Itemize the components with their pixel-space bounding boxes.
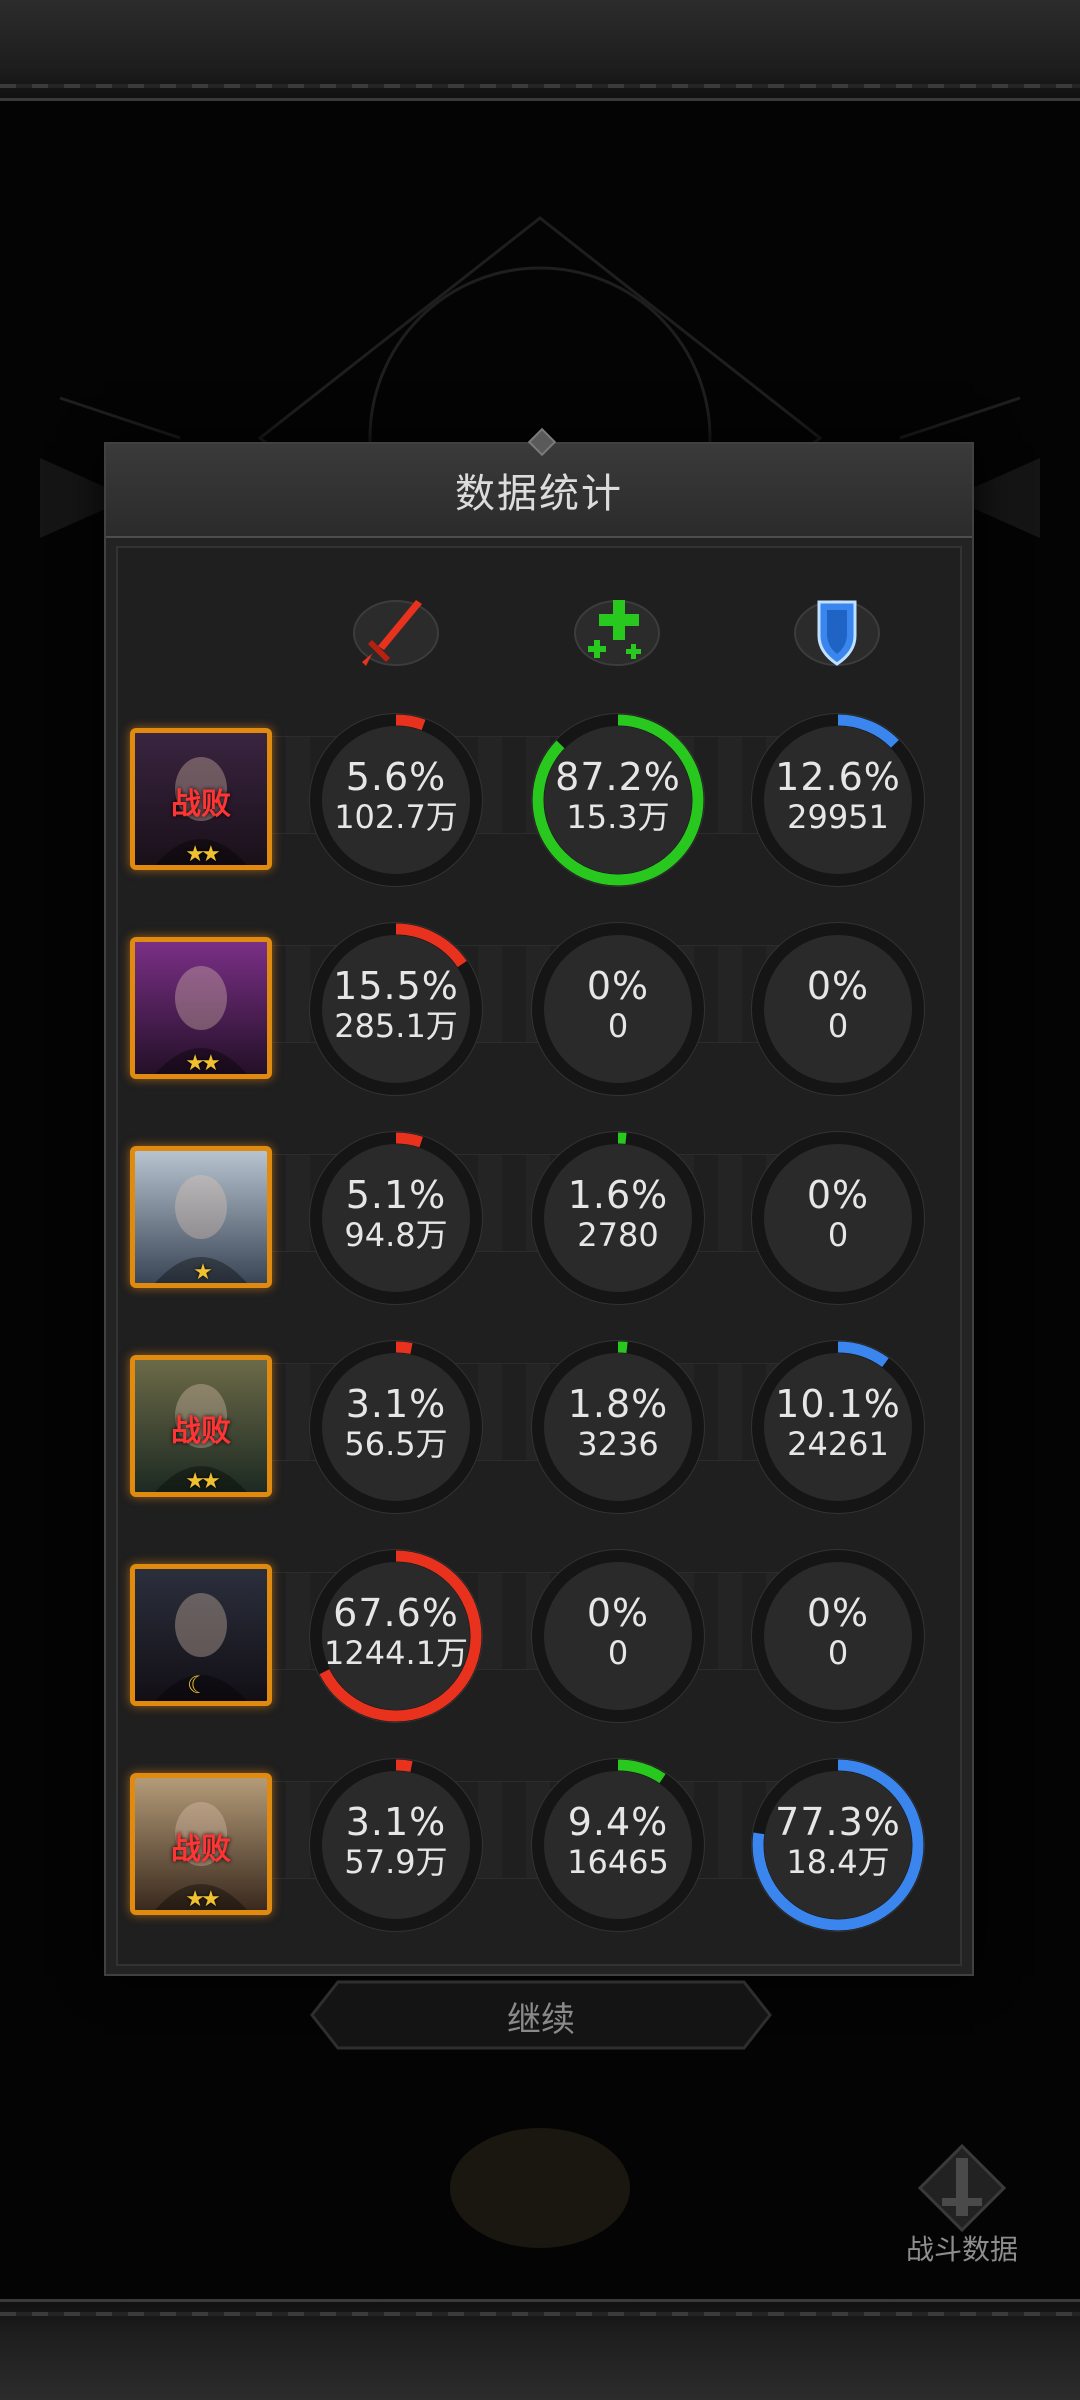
stat-percent: 0% <box>806 964 870 1008</box>
stat-percent: 5.6% <box>345 755 447 799</box>
stat-percent: 77.3% <box>775 1800 901 1844</box>
stat-ring-damage: 67.6% 1244.1万 <box>308 1548 484 1724</box>
stat-value: 56.5万 <box>344 1425 448 1463</box>
stat-ring-heal: 1.6% 2780 <box>530 1130 706 1306</box>
hero-portrait[interactable]: ★★ <box>130 937 272 1079</box>
stat-value: 29951 <box>787 798 889 836</box>
dialog-header: 数据统计 <box>106 427 972 538</box>
heal-cross-icon <box>574 600 660 666</box>
sword-icon <box>353 600 439 666</box>
stat-percent: 0% <box>806 1173 870 1217</box>
defeated-label: 战败 <box>171 1414 231 1449</box>
stat-value: 24261 <box>787 1425 889 1463</box>
stat-percent: 3.1% <box>345 1800 447 1844</box>
hero-portrait[interactable]: 战败 ★★ <box>130 1773 272 1915</box>
stat-value: 0 <box>827 1634 849 1672</box>
stat-percent: 12.6% <box>775 755 901 799</box>
stat-ring-tank: 0% 0 <box>750 1130 926 1306</box>
star-rank-icon: ★★ <box>185 1887 220 1912</box>
stat-percent: 0% <box>586 964 650 1008</box>
stat-percent: 15.5% <box>333 964 459 1008</box>
stat-value: 102.7万 <box>334 798 458 836</box>
stat-ring-heal: 87.2% 15.3万 <box>530 712 706 888</box>
stat-percent: 3.1% <box>345 1382 447 1426</box>
row-background <box>190 1572 840 1670</box>
star-rank-icon: ★★ <box>185 842 220 867</box>
row-background <box>190 1363 840 1461</box>
stat-ring-damage: 15.5% 285.1万 <box>308 921 484 1097</box>
continue-label: 继续 <box>507 2000 575 2040</box>
stat-percent: 67.6% <box>333 1591 459 1635</box>
star-rank-icon: ★ <box>193 1260 213 1285</box>
stat-value: 1244.1万 <box>324 1634 468 1672</box>
stat-ring-heal: 0% 0 <box>530 1548 706 1724</box>
stat-ring-heal: 0% 0 <box>530 921 706 1097</box>
continue-button[interactable]: 继续 <box>308 1978 774 2052</box>
star-rank-icon: ★★ <box>185 1469 220 1494</box>
hero-portrait[interactable]: ★ <box>130 1146 272 1288</box>
stat-value: 3236 <box>577 1425 659 1463</box>
stat-percent: 9.4% <box>567 1800 669 1844</box>
hero-portrait[interactable]: 战败 ★★ <box>130 1355 272 1497</box>
stat-value: 15.3万 <box>566 798 670 836</box>
top-frame-bar <box>0 0 1080 101</box>
row-background <box>190 1781 840 1879</box>
row-background <box>190 945 840 1043</box>
stat-value: 0 <box>827 1216 849 1254</box>
hero-portrait[interactable]: ☾ <box>130 1564 272 1706</box>
row-background <box>190 736 840 834</box>
stat-ring-tank: 10.1% 24261 <box>750 1339 926 1515</box>
stat-value: 16465 <box>567 1843 669 1881</box>
dialog-title: 数据统计 <box>455 471 623 517</box>
stat-value: 2780 <box>577 1216 659 1254</box>
moon-rank-icon: ☾ <box>187 1671 209 1699</box>
stat-percent: 0% <box>586 1591 650 1635</box>
shield-icon <box>794 600 880 666</box>
sword-emblem-icon <box>917 2143 1007 2233</box>
stat-ring-tank: 77.3% 18.4万 <box>750 1757 926 1933</box>
stat-percent: 1.6% <box>567 1173 669 1217</box>
stat-percent: 0% <box>806 1591 870 1635</box>
stat-ring-heal: 1.8% 3236 <box>530 1339 706 1515</box>
battle-data-label: 战斗数据 <box>905 2233 1018 2266</box>
stat-value: 0 <box>607 1634 629 1672</box>
stat-value: 0 <box>607 1007 629 1045</box>
stat-ring-heal: 9.4% 16465 <box>530 1757 706 1933</box>
stat-value: 94.8万 <box>344 1216 448 1254</box>
stat-ring-damage: 3.1% 57.9万 <box>308 1757 484 1933</box>
battle-data-button[interactable]: 战斗数据 <box>892 2140 1032 2266</box>
hero-portrait[interactable]: 战败 ★★ <box>130 728 272 870</box>
stat-ring-damage: 3.1% 56.5万 <box>308 1339 484 1515</box>
stat-ring-damage: 5.1% 94.8万 <box>308 1130 484 1306</box>
stat-ring-tank: 12.6% 29951 <box>750 712 926 888</box>
stat-value: 0 <box>827 1007 849 1045</box>
stat-value: 18.4万 <box>786 1843 890 1881</box>
stat-percent: 1.8% <box>567 1382 669 1426</box>
row-background <box>190 1154 840 1252</box>
bottom-frame-bar <box>0 2299 1080 2400</box>
stat-ring-tank: 0% 0 <box>750 921 926 1097</box>
stat-percent: 5.1% <box>345 1173 447 1217</box>
stat-value: 285.1万 <box>334 1007 458 1045</box>
stat-percent: 87.2% <box>555 755 681 799</box>
star-rank-icon: ★★ <box>185 1051 220 1076</box>
defeated-label: 战败 <box>171 787 231 822</box>
stat-ring-tank: 0% 0 <box>750 1548 926 1724</box>
stat-ring-damage: 5.6% 102.7万 <box>308 712 484 888</box>
stat-value: 57.9万 <box>344 1843 448 1881</box>
defeated-label: 战败 <box>171 1832 231 1867</box>
stat-percent: 10.1% <box>775 1382 901 1426</box>
